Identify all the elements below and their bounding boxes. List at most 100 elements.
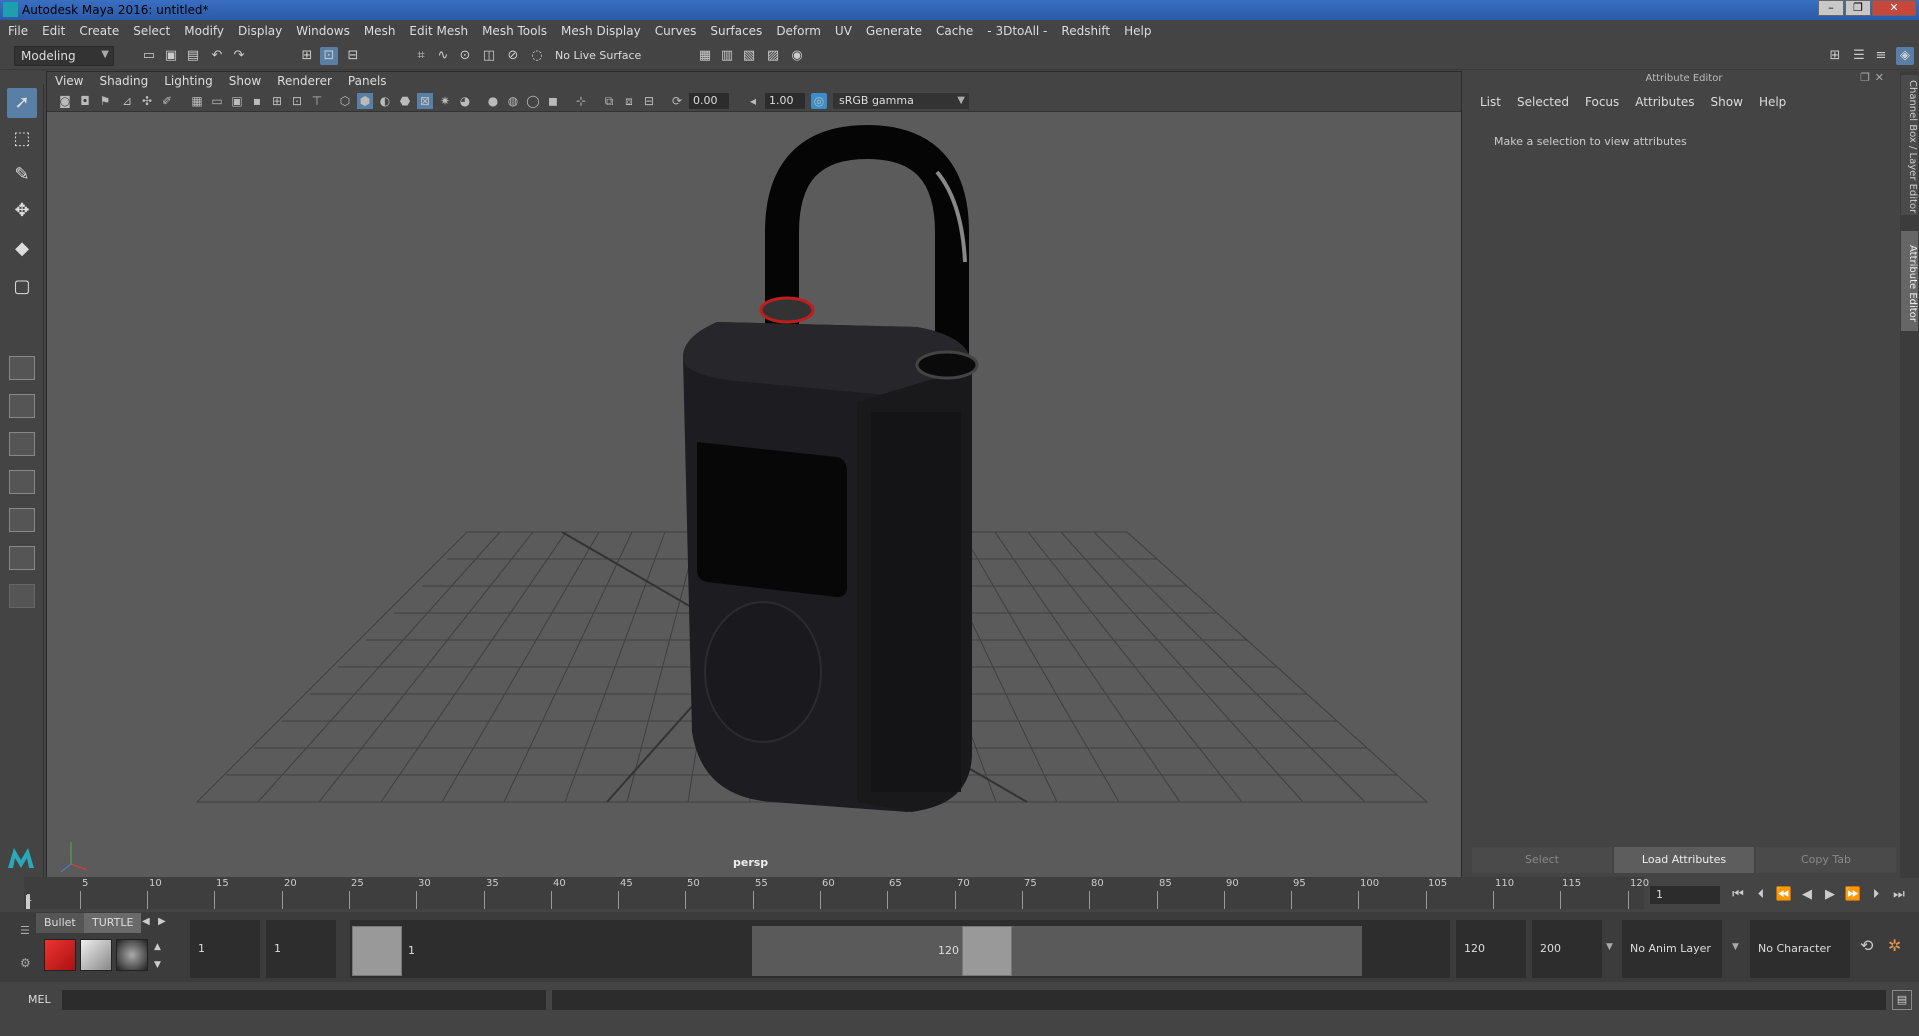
- menu-edit-mesh[interactable]: Edit Mesh: [401, 20, 474, 38]
- playback-start-field[interactable]: 1: [266, 920, 336, 978]
- channel-box-icon[interactable]: ◈: [1896, 47, 1914, 65]
- gate-mask-icon[interactable]: ▪: [249, 93, 265, 109]
- move-tool-icon[interactable]: ✥: [7, 196, 37, 226]
- shadows-icon[interactable]: ◕: [457, 93, 473, 109]
- motion-blur-icon[interactable]: ◍: [505, 93, 521, 109]
- close-button[interactable]: ✕: [1872, 0, 1916, 16]
- range-start-handle[interactable]: [352, 926, 402, 976]
- menu-file[interactable]: File: [0, 20, 34, 38]
- smooth-shade-icon[interactable]: ⬢: [357, 93, 373, 109]
- camera-icon[interactable]: ◙: [57, 93, 73, 109]
- menu-mesh-tools[interactable]: Mesh Tools: [474, 20, 553, 38]
- close-panel-icon[interactable]: ✕: [1875, 71, 1884, 84]
- camera-attributes-icon[interactable]: ◘: [77, 93, 93, 109]
- textured-icon[interactable]: ⊠: [417, 93, 433, 109]
- playback-end-field[interactable]: 120: [1456, 920, 1526, 978]
- tool-settings-icon[interactable]: ≡: [1872, 47, 1890, 65]
- step-back-key-icon[interactable]: ⏪: [1774, 885, 1794, 905]
- xray-components-icon[interactable]: ⊟: [641, 93, 657, 109]
- time-slider[interactable]: 1 5 10 15 20 25 30 35 40 45 50 55 60 65 …: [24, 877, 1649, 909]
- float-panel-icon[interactable]: ❐: [1860, 71, 1870, 84]
- render-settings-icon[interactable]: ▦: [696, 47, 714, 65]
- viewport-menu-panels[interactable]: Panels: [340, 72, 395, 88]
- menu-surfaces[interactable]: Surfaces: [702, 20, 768, 38]
- turtle-baking-icon[interactable]: [80, 939, 112, 971]
- attr-menu-list[interactable]: List: [1472, 95, 1509, 109]
- shelf-tab-bullet[interactable]: Bullet: [36, 913, 84, 933]
- bookmark-icon[interactable]: ⚑: [97, 93, 113, 109]
- xray-icon[interactable]: ⧉: [601, 93, 617, 109]
- menu-uv[interactable]: UV: [827, 20, 858, 38]
- redo-icon[interactable]: ↷: [230, 47, 248, 65]
- animation-preferences-icon[interactable]: ✲: [1888, 936, 1901, 955]
- wireframe-on-shaded-icon[interactable]: ⬣: [397, 93, 413, 109]
- menu-modify[interactable]: Modify: [176, 20, 230, 38]
- film-gate-icon[interactable]: ▭: [209, 93, 225, 109]
- menu-cache[interactable]: Cache: [928, 20, 979, 38]
- snap-view-plane-icon[interactable]: ◫: [480, 47, 498, 65]
- viewport-menu-renderer[interactable]: Renderer: [269, 72, 340, 88]
- gamma-field[interactable]: 1.00: [765, 93, 805, 109]
- select-button[interactable]: Select: [1472, 847, 1612, 873]
- step-back-frame-icon[interactable]: ⏴: [1751, 885, 1771, 905]
- shelf-settings-icon[interactable]: ⚙: [20, 956, 31, 970]
- step-forward-frame-icon[interactable]: ⏵: [1866, 885, 1886, 905]
- menu-3dtoall[interactable]: - 3DtoAll -: [979, 20, 1053, 38]
- anti-aliasing-icon[interactable]: ◯: [525, 93, 541, 109]
- select-tool-icon[interactable]: ➚: [7, 88, 37, 118]
- attr-menu-attributes[interactable]: Attributes: [1627, 95, 1702, 109]
- isolate-select-icon[interactable]: ⊹: [573, 93, 589, 109]
- use-default-material-icon[interactable]: ◐: [377, 93, 393, 109]
- depth-of-field-icon[interactable]: ◼: [545, 93, 561, 109]
- new-scene-icon[interactable]: ▭: [140, 47, 158, 65]
- attr-menu-show[interactable]: Show: [1703, 95, 1751, 109]
- safe-title-icon[interactable]: ⊤: [309, 93, 325, 109]
- shelf-scroll-up-icon[interactable]: ▲: [154, 942, 161, 952]
- shelf-menu-icon[interactable]: ☰: [20, 924, 30, 937]
- menu-mesh-display[interactable]: Mesh Display: [553, 20, 647, 38]
- menu-deform[interactable]: Deform: [768, 20, 827, 38]
- command-input[interactable]: [62, 990, 546, 1010]
- viewport-menu-show[interactable]: Show: [221, 72, 269, 88]
- make-live-icon[interactable]: ⊘: [504, 47, 522, 65]
- auto-keyframe-icon[interactable]: ⟲: [1860, 936, 1873, 955]
- outliner-layout-icon[interactable]: [9, 508, 35, 532]
- use-all-lights-icon[interactable]: ✷: [437, 93, 453, 109]
- safe-action-icon[interactable]: ⊡: [289, 93, 305, 109]
- select-hierarchy-icon[interactable]: ⊞: [298, 47, 316, 65]
- shelf-tab-turtle[interactable]: TURTLE: [84, 913, 142, 933]
- image-plane-icon[interactable]: ⊿: [119, 93, 135, 109]
- 2d-pan-zoom-icon[interactable]: ✣: [139, 93, 155, 109]
- viewport-menu-shading[interactable]: Shading: [91, 72, 156, 88]
- render-view-icon[interactable]: ▨: [764, 47, 782, 65]
- rotate-tool-icon[interactable]: ◆: [7, 234, 37, 264]
- range-end-field[interactable]: 200: [1532, 920, 1602, 978]
- exposure-field[interactable]: 0.00: [689, 93, 729, 109]
- anim-layer-field[interactable]: No Anim Layer: [1622, 920, 1722, 978]
- undo-icon[interactable]: ↶: [208, 47, 226, 65]
- shelf-tab-next-icon[interactable]: ▶: [158, 916, 166, 927]
- menu-redshift[interactable]: Redshift: [1053, 20, 1116, 38]
- menu-windows[interactable]: Windows: [288, 20, 356, 38]
- range-slider[interactable]: 1 120: [350, 920, 1450, 978]
- range-start-field[interactable]: 1: [190, 920, 260, 978]
- grease-pencil-icon[interactable]: ✐: [159, 93, 175, 109]
- live-surface-field[interactable]: No Live Surface: [550, 47, 660, 65]
- color-management-icon[interactable]: ◎: [811, 93, 827, 109]
- mode-selector[interactable]: Modeling ▼: [14, 46, 114, 66]
- gamma-icon[interactable]: ◂: [745, 93, 761, 109]
- menu-mesh[interactable]: Mesh: [356, 20, 402, 38]
- field-chart-icon[interactable]: ⊞: [269, 93, 285, 109]
- snap-surface-icon[interactable]: ◌: [528, 47, 546, 65]
- shelf-tab-prev-icon[interactable]: ◀: [142, 916, 150, 927]
- wireframe-icon[interactable]: ⬡: [337, 93, 353, 109]
- play-backwards-icon[interactable]: ◀: [1797, 885, 1817, 905]
- custom-layout-icon[interactable]: [9, 584, 35, 608]
- select-object-icon[interactable]: ⊡: [320, 47, 338, 65]
- resolution-gate-icon[interactable]: ▣: [229, 93, 245, 109]
- go-to-end-icon[interactable]: ⏭: [1889, 885, 1909, 905]
- lasso-tool-icon[interactable]: ⬚: [7, 124, 37, 154]
- tab-attribute-editor[interactable]: Attribute Editor: [1901, 231, 1918, 331]
- modeling-toolkit-icon[interactable]: ⊞: [1826, 47, 1844, 65]
- open-scene-icon[interactable]: ▣: [162, 47, 180, 65]
